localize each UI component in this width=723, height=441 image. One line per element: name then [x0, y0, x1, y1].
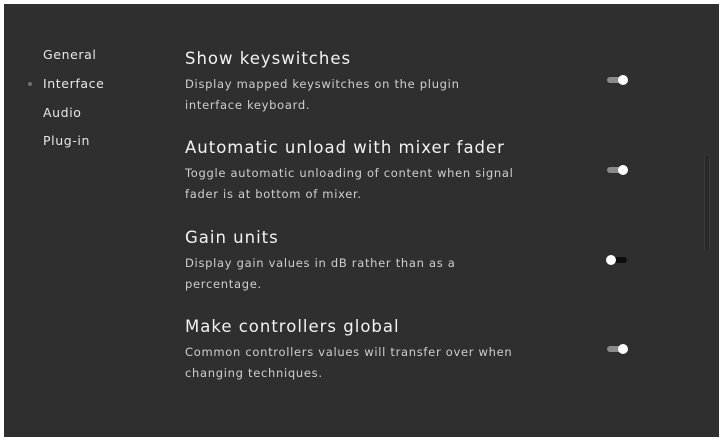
automatic-unload-toggle[interactable] — [605, 163, 629, 177]
settings-sidebar: General Interface Audio Plug-in — [4, 4, 174, 437]
setting-title: Gain units — [185, 228, 279, 247]
sidebar-item-label: Interface — [43, 76, 105, 91]
make-controllers-global-toggle[interactable] — [605, 342, 629, 356]
sidebar-item-general[interactable]: General — [43, 47, 96, 62]
setting-title: Make controllers global — [185, 317, 400, 336]
setting-title: Automatic unload with mixer fader — [185, 138, 505, 157]
show-keyswitches-toggle[interactable] — [605, 73, 629, 87]
toggle-knob — [618, 344, 628, 354]
active-indicator-dot-icon — [28, 82, 32, 86]
toggle-knob — [618, 165, 628, 175]
setting-description: Toggle automatic unloading of content wh… — [185, 166, 514, 201]
sidebar-item-label: Audio — [43, 105, 82, 120]
setting-description: Display gain values in dB rather than as… — [185, 256, 456, 291]
sidebar-item-label: General — [43, 47, 97, 62]
setting-description: Common controllers values will transfer … — [185, 345, 513, 380]
sidebar-item-interface[interactable]: Interface — [28, 76, 105, 91]
toggle-knob — [606, 255, 616, 265]
sidebar-item-label: Plug-in — [43, 133, 90, 148]
gain-units-toggle[interactable] — [605, 253, 629, 267]
preferences-window: General Interface Audio Plug-in Show key… — [4, 4, 719, 437]
sidebar-item-plug-in[interactable]: Plug-in — [43, 133, 90, 148]
setting-description: Display mapped keyswitches on the plugin… — [185, 77, 460, 112]
toggle-knob — [618, 75, 628, 85]
sidebar-item-audio[interactable]: Audio — [43, 105, 82, 120]
setting-title: Show keyswitches — [185, 49, 352, 68]
vertical-scrollbar[interactable] — [704, 154, 710, 252]
